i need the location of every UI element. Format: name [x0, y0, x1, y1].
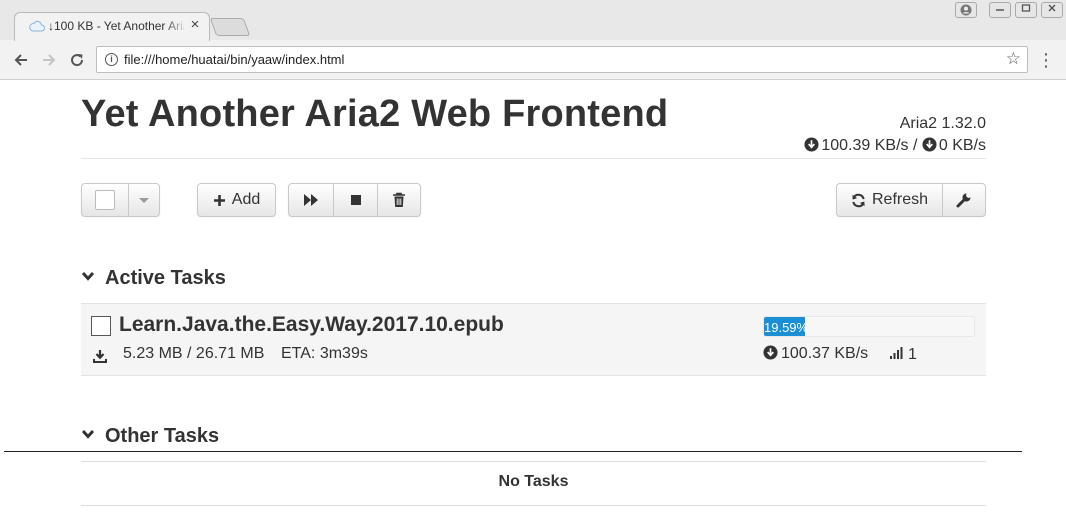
- aria2-version: Aria2 1.32.0: [899, 115, 986, 132]
- tab-strip: ↓100 KB - Yet Another Aria2 Web Frontend…: [0, 0, 1066, 41]
- header-divider: [81, 158, 986, 159]
- signal-bars-icon: [890, 347, 903, 359]
- browser-menu-icon[interactable]: ⋮: [1037, 49, 1055, 71]
- section-divider: [4, 451, 1022, 452]
- chevron-down-icon: [81, 429, 95, 439]
- minimize-icon[interactable]: [989, 2, 1011, 18]
- tab-title-fade: [165, 16, 187, 36]
- maximize-icon[interactable]: [1015, 2, 1037, 18]
- start-button[interactable]: [289, 184, 333, 216]
- download-speed: 100.39 KB/s /: [821, 137, 918, 154]
- back-icon[interactable]: [10, 49, 32, 71]
- chevron-down-icon: [81, 271, 95, 281]
- task-connections-value: 1: [908, 346, 917, 363]
- global-speed: 100.39 KB/s / 0 KB/s: [804, 137, 986, 155]
- browser-tab[interactable]: ↓100 KB - Yet Another Aria2 Web Frontend…: [14, 12, 210, 41]
- empty-table-bottom-border: [81, 505, 986, 506]
- trash-icon: [393, 192, 405, 207]
- refresh-group: Refresh: [836, 183, 986, 217]
- upload-speed-icon: [922, 137, 937, 152]
- add-button-inner: Add: [198, 184, 275, 216]
- active-tasks-heading[interactable]: Active Tasks: [81, 267, 226, 290]
- task-connections: 1: [889, 345, 917, 364]
- forward-icon[interactable]: [38, 49, 60, 71]
- bookmark-star-icon[interactable]: ☆: [1006, 49, 1021, 69]
- reload-icon[interactable]: [66, 49, 88, 71]
- progress-text: 19.59%: [764, 320, 809, 335]
- empty-table-top-border: [81, 461, 986, 462]
- stop-icon: [350, 195, 361, 205]
- remove-button[interactable]: [377, 184, 420, 216]
- download-speed-icon: [804, 137, 819, 152]
- settings-button[interactable]: [942, 184, 985, 216]
- page-content: Yet Another Aria2 Web Frontend Aria2 1.3…: [2, 81, 1064, 514]
- task-speed: 100.37 KB/s: [763, 345, 868, 363]
- task-eta: ETA: 3m39s: [281, 345, 368, 362]
- download-speed-icon: [763, 345, 778, 360]
- profile-icon[interactable]: [955, 2, 977, 18]
- add-button[interactable]: Add: [197, 183, 276, 217]
- tab-title: ↓100 KB - Yet Another Aria2 Web Frontend: [48, 19, 184, 33]
- task-speed-value: 100.37 KB/s: [781, 345, 869, 362]
- refresh-button[interactable]: Refresh: [837, 184, 942, 216]
- select-dropdown-toggle[interactable]: [128, 184, 159, 216]
- no-tasks-message: No Tasks: [498, 473, 569, 490]
- fast-forward-icon: [304, 194, 318, 206]
- tab-close-icon[interactable]: ×: [187, 17, 203, 33]
- other-tasks-title: Other Tasks: [105, 425, 220, 447]
- task-name: Learn.Java.the.Easy.Way.2017.10.epub: [119, 313, 504, 336]
- refresh-button-label: Refresh: [871, 191, 929, 208]
- select-all-checkbox[interactable]: [82, 184, 128, 216]
- browser-toolbar: i file:///home/huatai/bin/yaaw/index.htm…: [0, 40, 1066, 80]
- other-tasks-heading[interactable]: Other Tasks: [81, 425, 219, 448]
- task-size: 5.23 MB / 26.71 MB: [123, 345, 265, 362]
- plus-icon: [213, 194, 225, 206]
- page-title: Yet Another Aria2 Web Frontend: [81, 93, 669, 135]
- cloud-icon: [29, 20, 45, 32]
- url-text[interactable]: file:///home/huatai/bin/yaaw/index.html: [124, 52, 344, 67]
- task-checkbox[interactable]: [91, 316, 111, 336]
- upload-speed: 0 KB/s: [938, 137, 986, 154]
- task-row[interactable]: Learn.Java.the.Easy.Way.2017.10.epub 5.2…: [81, 303, 986, 376]
- wrench-icon: [956, 193, 971, 208]
- browser-chrome: ↓100 KB - Yet Another Aria2 Web Frontend…: [0, 0, 1066, 80]
- active-tasks-title: Active Tasks: [105, 267, 226, 289]
- task-progress-bar: 19.59%: [763, 316, 975, 337]
- address-bar[interactable]: i file:///home/huatai/bin/yaaw/index.htm…: [96, 46, 1028, 73]
- caret-down-icon: [139, 197, 149, 203]
- refresh-icon: [852, 193, 865, 207]
- close-window-icon[interactable]: [1041, 2, 1063, 18]
- stop-button[interactable]: [333, 184, 377, 216]
- task-action-group: [288, 183, 421, 217]
- add-button-label: Add: [231, 191, 261, 208]
- select-all-box: [95, 190, 115, 210]
- info-icon[interactable]: i: [105, 53, 118, 66]
- download-icon: [93, 350, 107, 363]
- select-all-dropdown: [81, 183, 160, 217]
- new-tab-button[interactable]: [209, 18, 251, 36]
